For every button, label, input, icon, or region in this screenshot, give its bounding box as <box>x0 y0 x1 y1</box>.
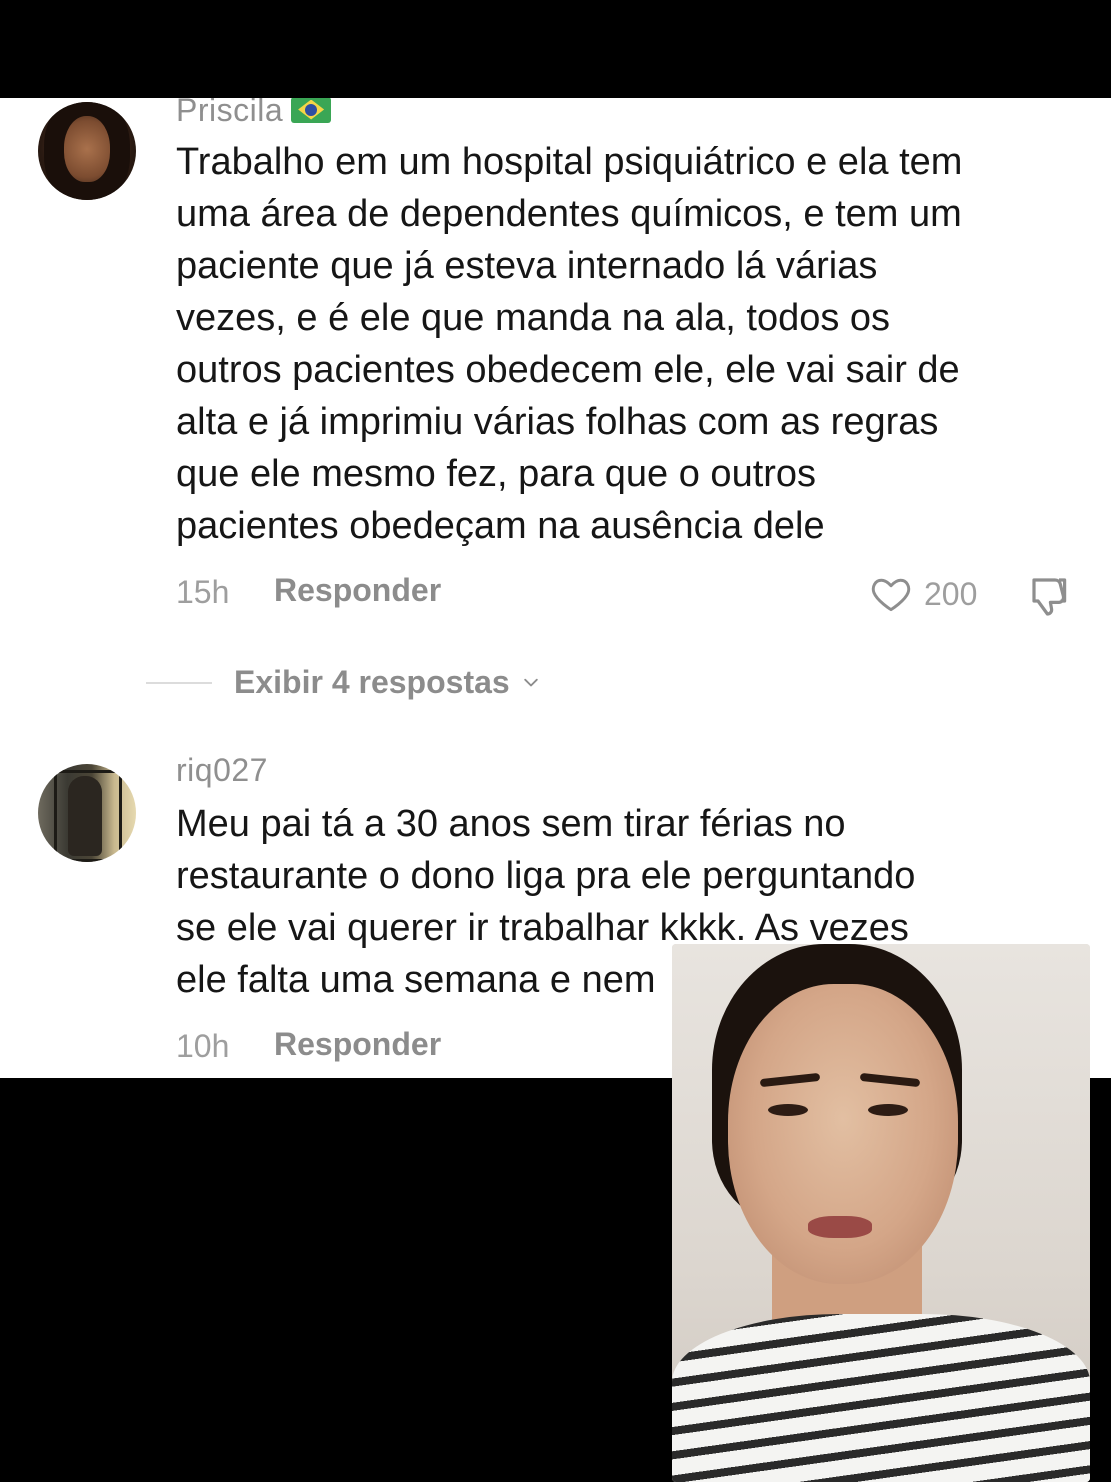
reply-button[interactable]: Responder <box>274 1026 441 1063</box>
video-frame: Priscila Trabalho em um hospital psiquiá… <box>0 0 1111 1482</box>
avatar-figure <box>68 776 102 856</box>
creator-eye <box>768 1104 808 1116</box>
like-button[interactable]: 200 <box>868 572 977 616</box>
avatar-priscila[interactable] <box>38 102 136 200</box>
creator-face <box>728 984 958 1284</box>
comment-text: Trabalho em um hospital psiquiátrico e e… <box>176 141 963 547</box>
username-text: Priscila <box>176 98 284 128</box>
creator-striped-shirt <box>672 1314 1090 1482</box>
like-count: 200 <box>924 575 978 612</box>
chevron-down-icon <box>523 678 538 686</box>
reply-button[interactable]: Responder <box>274 572 441 609</box>
thumbs-down-icon[interactable] <box>1026 572 1074 620</box>
heart-outline-icon <box>871 578 911 612</box>
creator-video-overlay <box>672 944 1090 1482</box>
divider <box>146 681 212 684</box>
comment-username[interactable]: riq027 <box>176 752 268 789</box>
brazil-flag-icon <box>291 98 332 123</box>
comments-screenshot-panel: Priscila Trabalho em um hospital psiquiá… <box>0 98 1111 1078</box>
avatar-riq027[interactable] <box>38 764 136 862</box>
show-replies-label: Exibir 4 respostas <box>234 664 510 700</box>
comment-timestamp: 15h <box>176 574 230 610</box>
creator-eye <box>868 1104 908 1116</box>
show-replies-button[interactable]: Exibir 4 respostas <box>146 664 544 701</box>
comment-username[interactable]: Priscila <box>176 98 332 129</box>
creator-mouth <box>808 1216 872 1238</box>
avatar-face <box>64 116 110 182</box>
comment-timestamp: 10h <box>176 1028 230 1064</box>
